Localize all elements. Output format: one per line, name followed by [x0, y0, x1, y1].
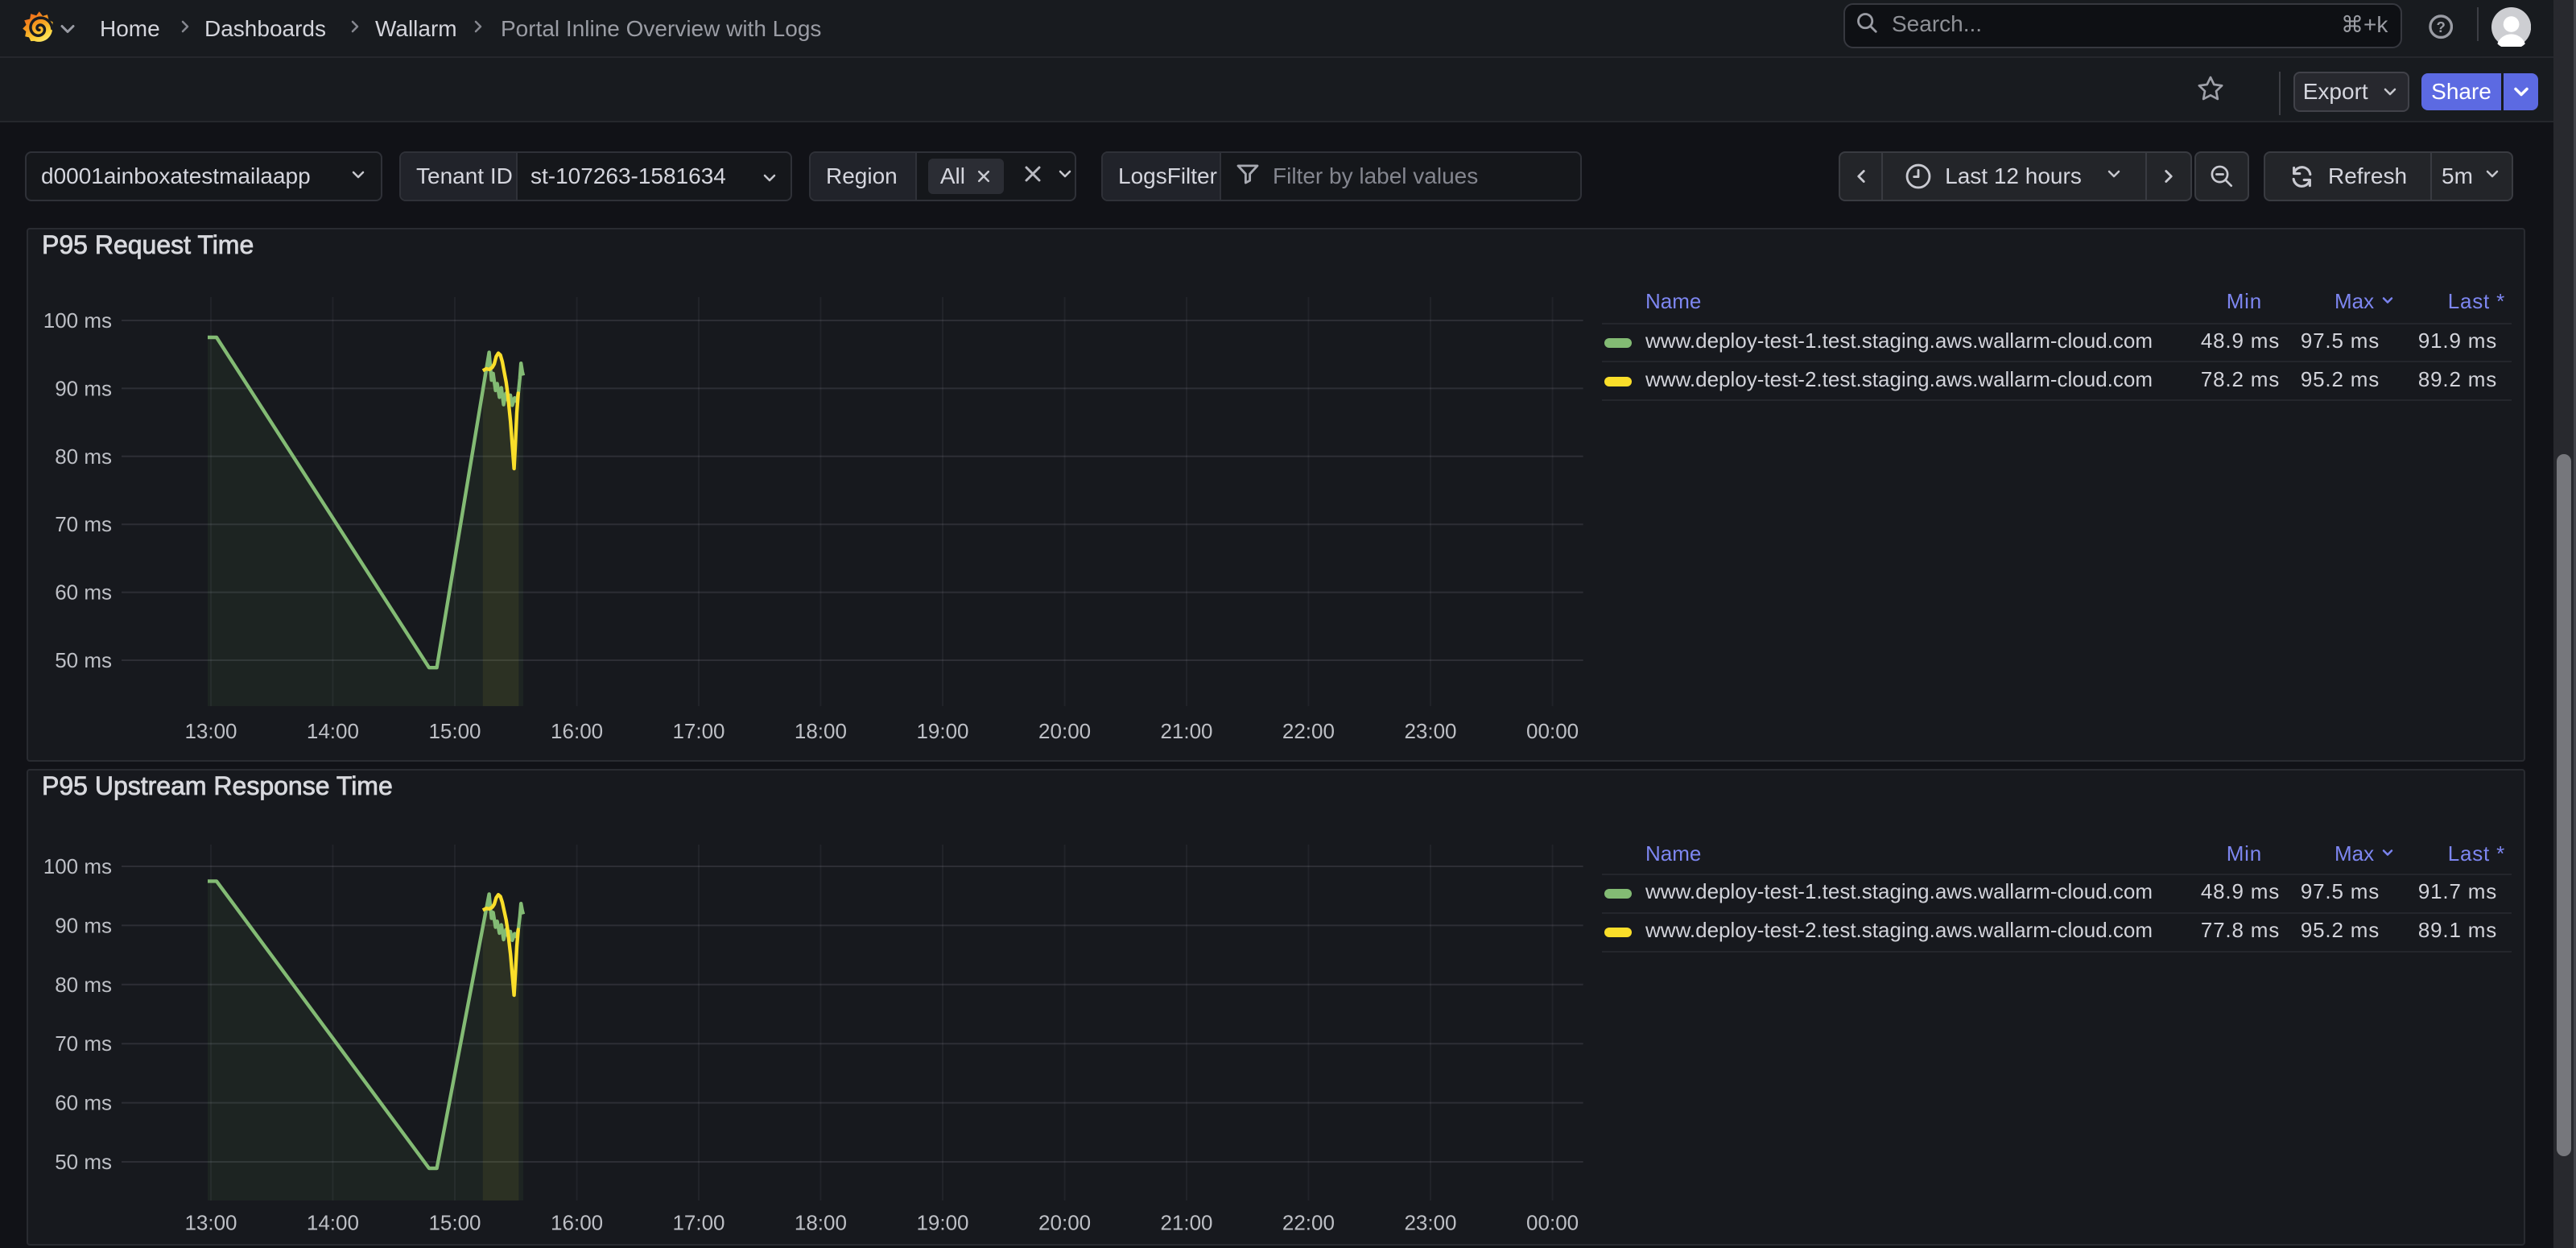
- svg-text:16:00: 16:00: [551, 1210, 603, 1234]
- svg-text:14:00: 14:00: [307, 719, 359, 743]
- svg-text:13:00: 13:00: [184, 719, 237, 743]
- svg-text:17:00: 17:00: [672, 719, 724, 743]
- svg-text:23:00: 23:00: [1404, 719, 1456, 743]
- svg-text:22:00: 22:00: [1282, 719, 1335, 743]
- svg-text:80 ms: 80 ms: [55, 444, 112, 469]
- svg-text:90 ms: 90 ms: [55, 913, 112, 937]
- svg-text:00:00: 00:00: [1526, 719, 1579, 743]
- svg-text:21:00: 21:00: [1160, 719, 1212, 743]
- svg-text:60 ms: 60 ms: [55, 1091, 112, 1115]
- svg-text:20:00: 20:00: [1038, 719, 1091, 743]
- svg-text:20:00: 20:00: [1038, 1210, 1091, 1234]
- svg-text:90 ms: 90 ms: [55, 376, 112, 400]
- svg-text:15:00: 15:00: [428, 1210, 481, 1234]
- svg-text:15:00: 15:00: [428, 719, 481, 743]
- svg-text:70 ms: 70 ms: [55, 1031, 112, 1056]
- svg-text:100 ms: 100 ms: [43, 854, 112, 878]
- svg-text:70 ms: 70 ms: [55, 512, 112, 536]
- svg-text:13:00: 13:00: [184, 1210, 237, 1234]
- svg-text:50 ms: 50 ms: [55, 1150, 112, 1174]
- svg-text:22:00: 22:00: [1282, 1210, 1335, 1234]
- svg-text:21:00: 21:00: [1160, 1210, 1212, 1234]
- svg-text:16:00: 16:00: [551, 719, 603, 743]
- svg-text:18:00: 18:00: [795, 719, 847, 743]
- svg-text:60 ms: 60 ms: [55, 581, 112, 605]
- svg-text:17:00: 17:00: [672, 1210, 724, 1234]
- svg-text:19:00: 19:00: [916, 1210, 968, 1234]
- svg-text:80 ms: 80 ms: [55, 973, 112, 997]
- svg-text:18:00: 18:00: [795, 1210, 847, 1234]
- svg-text:50 ms: 50 ms: [55, 648, 112, 672]
- svg-text:?: ?: [2436, 19, 2445, 35]
- svg-text:19:00: 19:00: [916, 719, 968, 743]
- svg-text:100 ms: 100 ms: [43, 308, 112, 333]
- svg-text:23:00: 23:00: [1404, 1210, 1456, 1234]
- svg-text:00:00: 00:00: [1526, 1210, 1579, 1234]
- svg-text:14:00: 14:00: [307, 1210, 359, 1234]
